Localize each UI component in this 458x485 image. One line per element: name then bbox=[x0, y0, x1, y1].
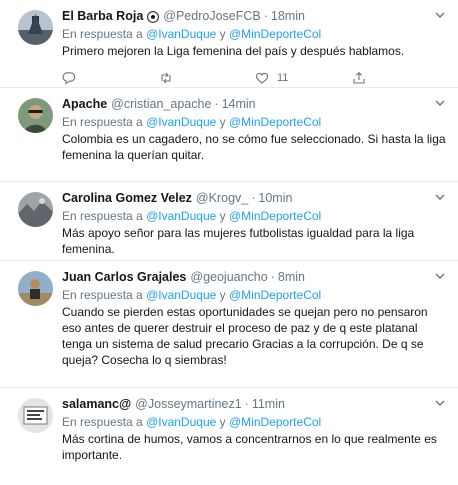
tweet-text: Más apoyo señor para las mujeres futboli… bbox=[62, 226, 415, 256]
chevron-down-icon[interactable] bbox=[434, 98, 446, 108]
separator-dot: · bbox=[214, 97, 219, 111]
separator-dot: · bbox=[244, 397, 249, 411]
avatar[interactable] bbox=[18, 192, 53, 227]
tweet-replies-feed: El Barba Roja @PedroJoseFCB · 18min En r… bbox=[0, 0, 458, 485]
retweet-button[interactable] bbox=[159, 71, 256, 85]
reply-context: En respuesta a @IvanDuque y @MinDeporteC… bbox=[62, 415, 322, 429]
reply-context: En respuesta a @IvanDuque y @MinDeporteC… bbox=[62, 27, 322, 41]
author-handle[interactable]: @PedroJoseFCB bbox=[163, 8, 260, 25]
tweet[interactable]: El Barba Roja @PedroJoseFCB · 18min En r… bbox=[0, 0, 458, 88]
author-name[interactable]: Juan Carlos Grajales bbox=[62, 269, 186, 286]
avatar[interactable] bbox=[18, 10, 53, 45]
timestamp[interactable]: 14min bbox=[222, 96, 256, 113]
reply-icon bbox=[62, 72, 76, 85]
mention-link[interactable]: @MinDeporteCol bbox=[229, 115, 321, 129]
timestamp[interactable]: 8min bbox=[278, 269, 305, 286]
mention-link[interactable]: @MinDeporteCol bbox=[229, 209, 321, 223]
mention-link[interactable]: @IvanDuque bbox=[146, 209, 216, 223]
mention-link[interactable]: @MinDeporteCol bbox=[229, 27, 321, 41]
author-name[interactable]: Carolina Gomez Velez bbox=[62, 190, 192, 207]
reply-button[interactable] bbox=[62, 71, 159, 85]
tweet[interactable]: Carolina Gomez Velez @Krogv_ · 10min En … bbox=[0, 182, 458, 261]
separator-dot: · bbox=[263, 9, 268, 23]
like-count: 11 bbox=[277, 72, 289, 84]
avatar[interactable] bbox=[18, 98, 53, 133]
tweet[interactable]: salamanc@ @Josseymartinez1 · 11min En re… bbox=[0, 388, 458, 485]
author-handle[interactable]: @cristian_apache bbox=[111, 96, 211, 113]
chevron-down-icon[interactable] bbox=[434, 271, 446, 281]
reply-context: En respuesta a @IvanDuque y @MinDeporteC… bbox=[62, 209, 322, 223]
author-handle[interactable]: @Josseymartinez1 bbox=[135, 396, 241, 413]
author-name[interactable]: Apache bbox=[62, 96, 107, 113]
chevron-down-icon[interactable] bbox=[434, 398, 446, 408]
tweet-text: Colombia es un cagadero, no se cómo fue … bbox=[62, 132, 446, 162]
mention-link[interactable]: @IvanDuque bbox=[146, 415, 216, 429]
chevron-down-icon[interactable] bbox=[434, 10, 446, 20]
mention-link[interactable]: @MinDeporteCol bbox=[229, 415, 321, 429]
tweet[interactable]: Juan Carlos Grajales @geojuancho · 8min … bbox=[0, 261, 458, 388]
retweet-icon bbox=[160, 72, 171, 84]
avatar[interactable] bbox=[18, 271, 53, 306]
timestamp[interactable]: 11min bbox=[252, 396, 285, 413]
soccer-ball-icon bbox=[147, 10, 160, 23]
author-handle[interactable]: @geojuancho bbox=[190, 269, 267, 286]
author-name[interactable]: salamanc@ bbox=[62, 396, 131, 413]
share-icon bbox=[352, 71, 365, 84]
tweet-text: Primero mejoren la Liga femenina del paí… bbox=[62, 44, 405, 58]
chevron-down-icon[interactable] bbox=[434, 192, 446, 202]
mention-link[interactable]: @IvanDuque bbox=[146, 27, 216, 41]
author-name[interactable]: El Barba Roja bbox=[62, 8, 143, 25]
mention-link[interactable]: @MinDeporteCol bbox=[229, 288, 321, 302]
tweet-text: Cuando se pierden estas oportunidades se… bbox=[62, 305, 428, 367]
timestamp[interactable]: 18min bbox=[271, 8, 305, 25]
author-handle[interactable]: @Krogv_ bbox=[196, 190, 248, 207]
reply-context: En respuesta a @IvanDuque y @MinDeporteC… bbox=[62, 288, 322, 302]
separator-dot: · bbox=[251, 191, 256, 205]
timestamp[interactable]: 10min bbox=[258, 190, 292, 207]
mention-link[interactable]: @IvanDuque bbox=[146, 288, 216, 302]
heart-icon bbox=[255, 72, 269, 84]
tweet-text: Más cortina de humos, vamos a concentrar… bbox=[62, 432, 437, 462]
reply-context: En respuesta a @IvanDuque y @MinDeporteC… bbox=[62, 115, 322, 129]
share-button[interactable] bbox=[352, 71, 449, 85]
separator-dot: · bbox=[270, 270, 275, 284]
like-button[interactable]: 11 bbox=[255, 71, 352, 85]
tweet[interactable]: Apache @cristian_apache · 14min En respu… bbox=[0, 88, 458, 182]
avatar[interactable] bbox=[18, 398, 53, 433]
mention-link[interactable]: @IvanDuque bbox=[146, 115, 216, 129]
